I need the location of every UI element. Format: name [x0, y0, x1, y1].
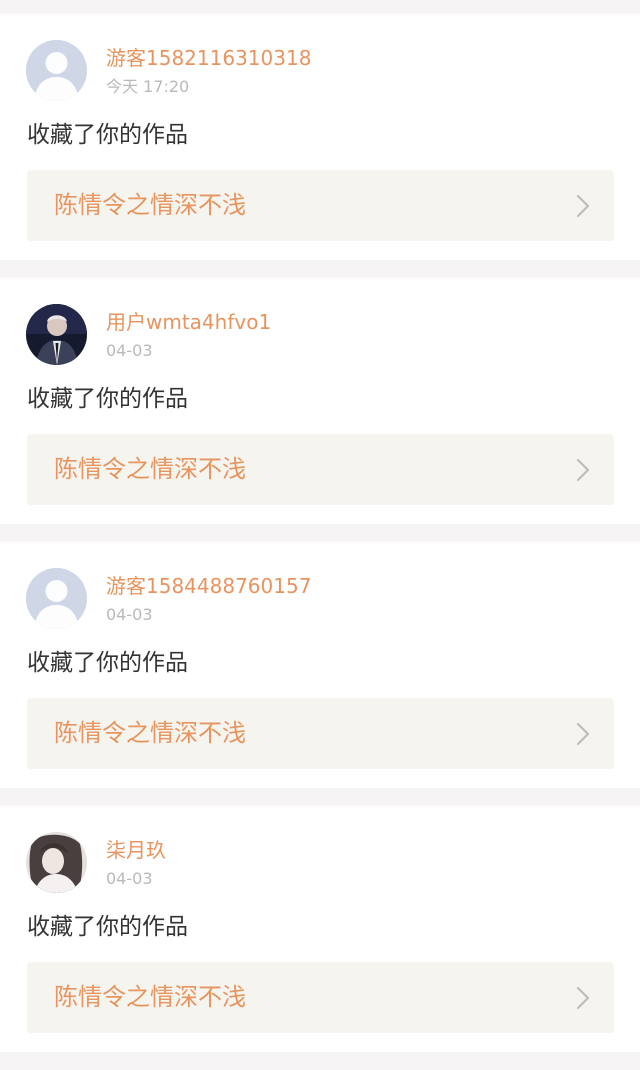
notification-action: 收藏了你的作品: [27, 386, 188, 412]
work-link[interactable]: 陈情令之情深不浅: [27, 962, 614, 1033]
notification-action: 收藏了你的作品: [27, 914, 188, 940]
default-avatar-icon: [26, 568, 87, 629]
notification-card: 游客1582116310318 今天 17:20 收藏了你的作品 陈情令之情深不…: [0, 14, 640, 260]
username[interactable]: 柒月玖: [106, 837, 166, 863]
work-link[interactable]: 陈情令之情深不浅: [27, 698, 614, 769]
timestamp: 04-03: [106, 341, 153, 360]
username[interactable]: 游客1584488760157: [106, 573, 311, 599]
avatar[interactable]: [26, 568, 87, 629]
username[interactable]: 游客1582116310318: [106, 45, 311, 71]
work-title: 陈情令之情深不浅: [54, 191, 246, 219]
person-photo-icon: [26, 304, 87, 365]
work-link[interactable]: 陈情令之情深不浅: [27, 434, 614, 505]
avatar[interactable]: [26, 832, 87, 893]
notification-card: 游客1584488760157 04-03 收藏了你的作品 陈情令之情深不浅: [0, 542, 640, 788]
notification-card: 用户wmta4hfvo1 04-03 收藏了你的作品 陈情令之情深不浅: [0, 278, 640, 524]
chevron-right-icon: [576, 986, 590, 1010]
notification-action: 收藏了你的作品: [27, 122, 188, 148]
chevron-right-icon: [576, 722, 590, 746]
person-photo-icon: [26, 832, 87, 893]
work-title: 陈情令之情深不浅: [54, 455, 246, 483]
avatar[interactable]: [26, 304, 87, 365]
timestamp: 04-03: [106, 869, 153, 888]
notification-feed: 游客1582116310318 今天 17:20 收藏了你的作品 陈情令之情深不…: [0, 14, 640, 1070]
timestamp: 今天 17:20: [106, 77, 190, 96]
default-avatar-icon: [26, 40, 87, 101]
avatar[interactable]: [26, 40, 87, 101]
work-title: 陈情令之情深不浅: [54, 719, 246, 747]
timestamp: 04-03: [106, 605, 153, 624]
username[interactable]: 用户wmta4hfvo1: [106, 309, 271, 335]
notification-card: 柒月玖 04-03 收藏了你的作品 陈情令之情深不浅: [0, 806, 640, 1052]
work-title: 陈情令之情深不浅: [54, 983, 246, 1011]
notification-action: 收藏了你的作品: [27, 650, 188, 676]
chevron-right-icon: [576, 458, 590, 482]
work-link[interactable]: 陈情令之情深不浅: [27, 170, 614, 241]
chevron-right-icon: [576, 194, 590, 218]
